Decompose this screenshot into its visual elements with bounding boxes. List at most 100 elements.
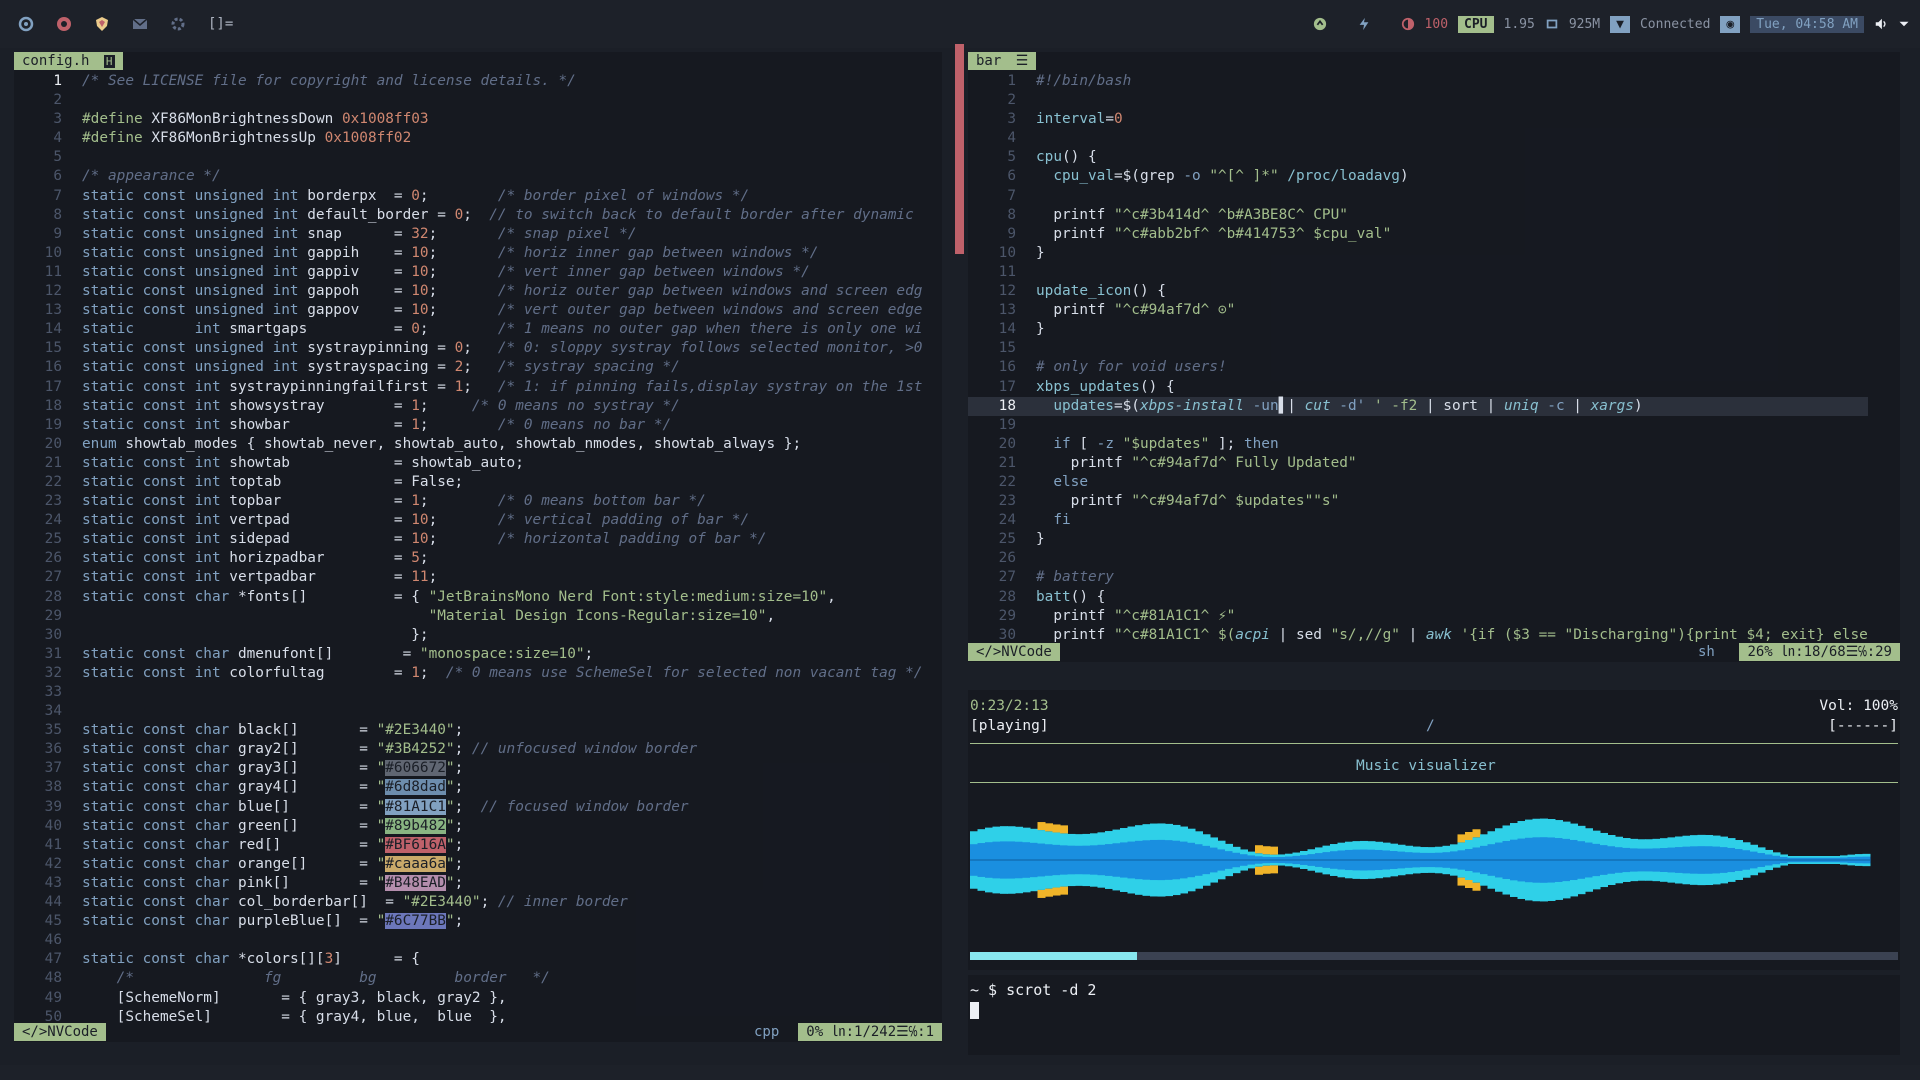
code-line[interactable]: 15 static const unsigned int systraypinni… (14, 339, 923, 358)
line-number: 36 (44, 741, 62, 758)
code-line[interactable]: 14} (968, 320, 1868, 339)
tab-config-h[interactable]: config.h H (14, 52, 123, 70)
code-line[interactable]: 3 interval=0 (968, 110, 1868, 129)
code-line[interactable]: 1 /* See LICENSE file for copyright and l… (14, 72, 922, 91)
code-line[interactable]: 10} (968, 244, 1868, 263)
code-line[interactable]: 36 static const char gray2[] = "#3B4252";… (14, 740, 922, 759)
code-area[interactable]: 1 /* See LICENSE file for copyright and l… (14, 72, 923, 1027)
code-line[interactable]: 32 static const int colorfultag = 1; /* 0… (14, 664, 923, 683)
code-line[interactable]: 28 static const char *fonts[] = { "JetBra… (14, 588, 922, 607)
code-line[interactable]: 19 static const int showbar = 1; /* 0 mea… (14, 416, 922, 435)
code-area[interactable]: 1 #!/bin/bash 2 3 interval=0 4 5 cpu() {6 cpu_v… (968, 72, 1868, 645)
volume-icon[interactable] (1874, 17, 1888, 31)
code-line[interactable]: 45 static const char purpleBlue[] = "#6C7… (14, 912, 922, 931)
code-line[interactable]: 49 [SchemeNorm] = { gray3, black, gray2 … (14, 989, 922, 1008)
code-line[interactable]: 23 printf "^c#94af7d^ $updates""s" (968, 492, 1868, 511)
code-line[interactable]: 30 printf "^c#81A1C1^ $(acpi | sed "s/,/… (968, 626, 1868, 645)
code-line[interactable]: 11 static const unsigned int gappiv = 10;… (14, 263, 922, 282)
code-line[interactable]: 31 static const char dmenufont[] = "monos… (14, 645, 922, 664)
code-line[interactable]: 9 static const unsigned int snap = 32; /*… (14, 225, 922, 244)
void-logo-icon[interactable] (18, 16, 34, 32)
code-line[interactable]: 44 static const char col_borderbar[] = "#… (14, 893, 922, 912)
code-line[interactable]: 8 static const unsigned int default_borde… (14, 206, 922, 225)
left-editor-window[interactable]: config.h H 1 /* See LICENSE file for copy… (14, 52, 942, 1042)
code-line[interactable]: 6 /* appearance */ (14, 167, 922, 186)
code-line[interactable]: 21 static const int showtab = showtab_aut… (14, 454, 922, 473)
settings-icon[interactable] (170, 16, 186, 32)
code-line[interactable]: 22 static const int toptab = False; (14, 473, 922, 492)
menu-arrow-icon[interactable] (1898, 18, 1910, 30)
code-line[interactable]: 19 (968, 416, 1868, 435)
code-line[interactable]: 33 (14, 683, 922, 702)
code-line[interactable]: 13 printf "^c#94af7d^ ⊙" (968, 301, 1868, 320)
waveform-peak (1037, 889, 1046, 898)
code-line[interactable]: 25 static const int sidepad = 10; /* hori… (14, 530, 922, 549)
code-line[interactable]: 7 (968, 187, 1868, 206)
code-line[interactable]: 5 (14, 148, 922, 167)
layout-indicator[interactable]: []= (208, 16, 233, 32)
code-line[interactable]: 27 # battery (968, 568, 1868, 587)
code-line[interactable]: 27 static const int vertpadbar = 11; (14, 568, 922, 587)
code-line[interactable]: 15 (968, 339, 1868, 358)
code-line[interactable]: 18 static const int showsystray = 1; /* 0… (14, 397, 922, 416)
code-line[interactable]: 22 else (968, 473, 1868, 492)
code-line[interactable]: 40 static const char green[] = "#89b482"; (14, 817, 922, 836)
code-line[interactable]: 17 xbps_updates() { (968, 378, 1868, 397)
browser-icon[interactable] (56, 16, 72, 32)
code-line[interactable]: 41 static const char red[] = "#BF616A"; (14, 836, 922, 855)
code-line[interactable]: 39 static const char blue[] = "#81A1C1"; … (14, 798, 922, 817)
code-line[interactable]: 25} (968, 530, 1868, 549)
progress-track[interactable] (970, 952, 1898, 960)
shield-icon[interactable] (94, 16, 110, 32)
code-line[interactable]: 26 (968, 549, 1868, 568)
code-line[interactable]: 14 static int smartgaps = 0; /* 1 means n… (14, 320, 923, 339)
code-line[interactable]: 2 (14, 91, 922, 110)
code-line[interactable]: 8 printf "^c#3b414d^ ^b#A3BE8C^ CPU" (968, 206, 1868, 225)
code-line[interactable]: 20 if [ -z "$updates" ]; then (968, 435, 1868, 454)
code-line[interactable]: 17 static const int systraypinningfailfir… (14, 378, 923, 397)
code-line[interactable]: 7 static const unsigned int borderpx = 0;… (14, 187, 922, 206)
code-line[interactable]: 26 static const int horizpadbar = 5; (14, 549, 922, 568)
code-line[interactable]: 29 "Material Design Icons-Regular:size=1… (14, 607, 922, 626)
code-line[interactable]: 48 /* fg bg border */ (14, 969, 922, 988)
code-line[interactable]: 16 static const unsigned int systrayspaci… (14, 358, 922, 377)
code-line[interactable]: 3 #define XF86MonBrightnessDown 0x1008ff0… (14, 110, 922, 129)
mail-icon[interactable] (132, 16, 148, 32)
code-line[interactable]: 11 (968, 263, 1868, 282)
line-number: 25 (44, 531, 62, 548)
right-editor-window[interactable]: bar ☰ 1 #!/bin/bash 2 3 interval=0 4 5 cpu() {6… (968, 52, 1900, 662)
code-line[interactable]: 4 #define XF86MonBrightnessUp 0x1008ff02 (14, 129, 922, 148)
code-line[interactable]: 46 (14, 931, 922, 950)
code-line[interactable]: 35 static const char black[] = "#2E3440"; (14, 721, 922, 740)
code-line[interactable]: 30 }; (14, 626, 922, 645)
code-line[interactable]: 43 static const char pink[] = "#B48EAD"; (14, 874, 922, 893)
code-line[interactable]: 2 (968, 91, 1868, 110)
code-line[interactable]: 20 enum showtab_modes { showtab_never, sh… (14, 435, 922, 454)
code-line[interactable]: 23 static const int topbar = 1; /* 0 mean… (14, 492, 922, 511)
code-line[interactable]: 9 printf "^c#abb2bf^ ^b#414753^ $cpu_val… (968, 225, 1868, 244)
code-line[interactable]: 29 printf "^c#81A1C1^ ⚡" (968, 607, 1868, 626)
music-visualizer-window[interactable]: 0:23/2:13 [playing] Vol: 100% / [------]… (968, 690, 1900, 970)
code-line[interactable]: 38 static const char gray4[] = "#6d8dad"; (14, 778, 922, 797)
code-line[interactable]: 12 update_icon() { (968, 282, 1868, 301)
code-line[interactable]: 16 # only for void users! (968, 358, 1868, 377)
code-line[interactable]: 24 fi (968, 511, 1868, 530)
code-line[interactable]: 4 (968, 129, 1868, 148)
code-line[interactable]: 28 batt() { (968, 588, 1868, 607)
code-line[interactable]: 37 static const char gray3[] = "#606672"; (14, 759, 922, 778)
code-line[interactable]: 6 cpu_val=$(grep -o "^[^ ]*" /proc/loada… (968, 167, 1868, 186)
line-text: static const int systraypinningfailfirst… (82, 378, 923, 395)
code-line[interactable]: 10 static const unsigned int gappih = 10;… (14, 244, 922, 263)
code-line[interactable]: 47 static const char *colors[][3] = { (14, 950, 922, 969)
code-line[interactable]: 21 printf "^c#94af7d^ Fully Updated" (968, 454, 1868, 473)
code-line[interactable]: 12 static const unsigned int gappoh = 10;… (14, 282, 923, 301)
code-line[interactable]: 1 #!/bin/bash (968, 72, 1868, 91)
code-line[interactable]: 34 (14, 702, 922, 721)
tab-bar[interactable]: bar ☰ (968, 52, 1037, 70)
code-line[interactable]: 24 static const int vertpad = 10; /* vert… (14, 511, 922, 530)
code-line[interactable]: 18 updates=$(xbps-install -un▌| cut -d' … (968, 396, 1868, 416)
code-line[interactable]: 13 static const unsigned int gappov = 10;… (14, 301, 923, 320)
code-line[interactable]: 5 cpu() { (968, 148, 1868, 167)
code-line[interactable]: 42 static const char orange[] = "#caaa6a"… (14, 855, 922, 874)
terminal-window[interactable]: ~ $ scrot -d 2 (968, 975, 1900, 1055)
